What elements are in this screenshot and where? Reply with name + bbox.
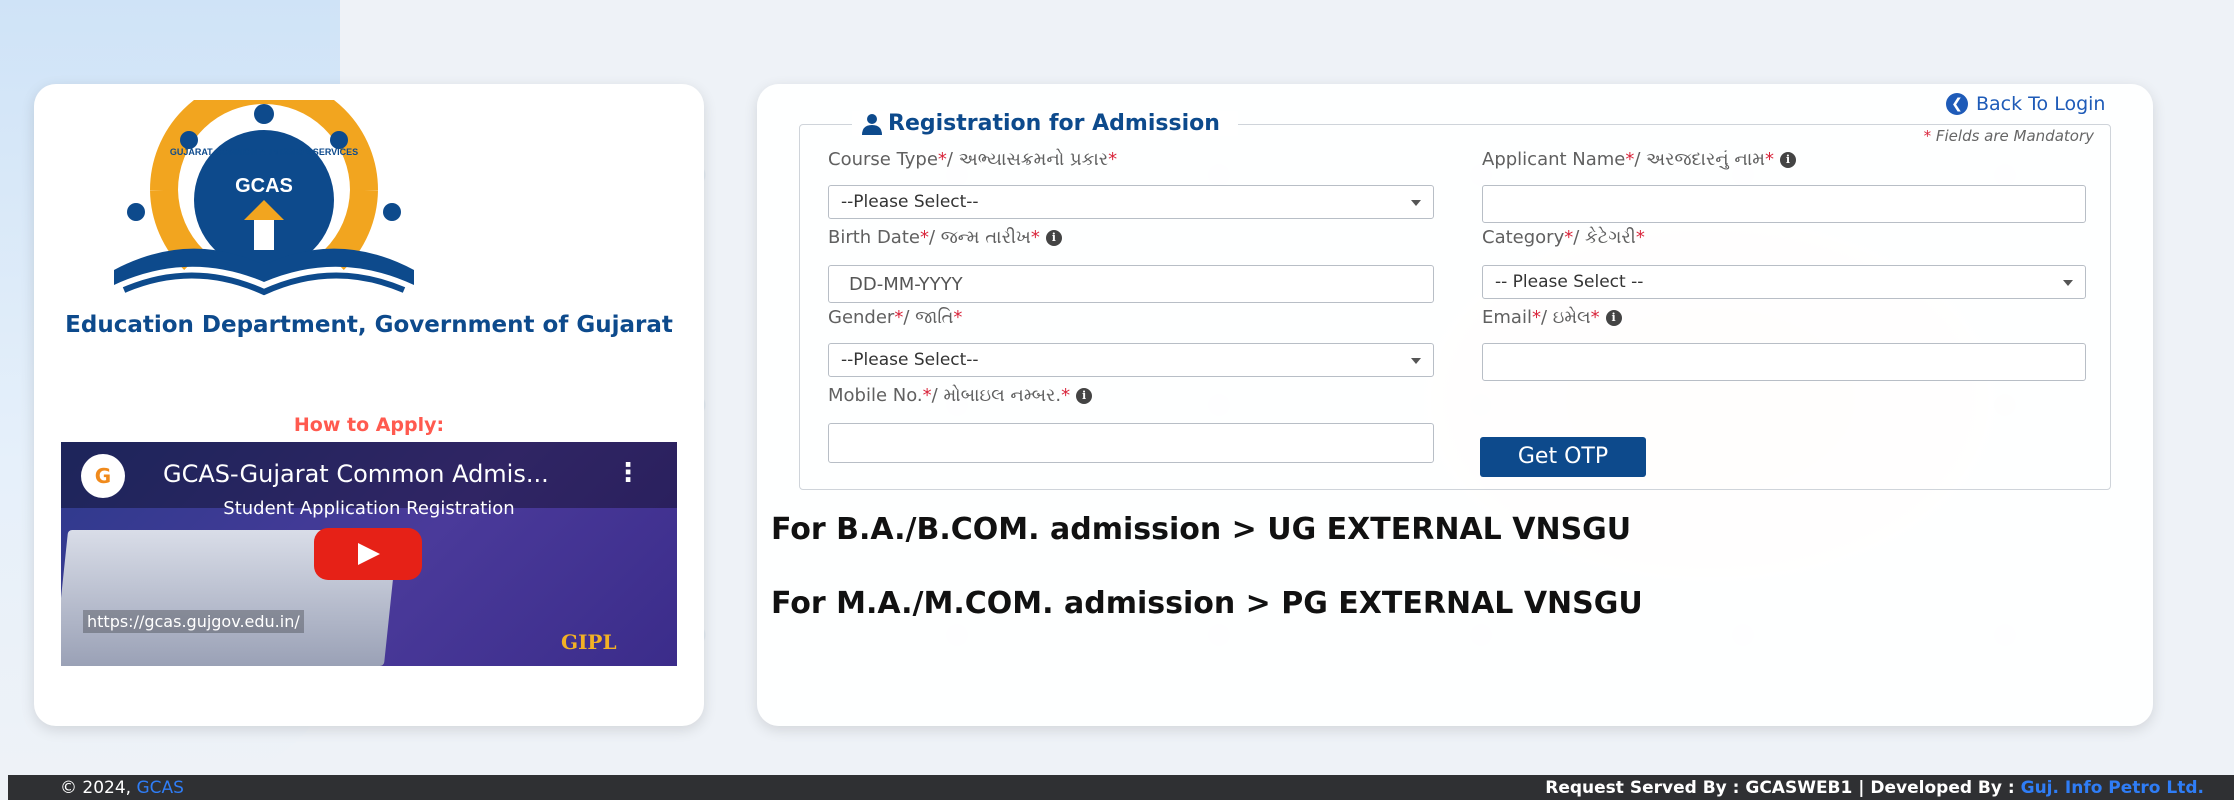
- chevron-down-icon: [1411, 358, 1421, 364]
- info-icon[interactable]: i: [1076, 387, 1093, 404]
- info-icon[interactable]: i: [1045, 229, 1062, 246]
- logo-arc-text: GUJARAT COMMON ADMISSION SERVICES: [170, 147, 358, 157]
- info-icon[interactable]: i: [1605, 309, 1622, 326]
- info-card: GCAS GUJARAT COMMON ADMISSION SERVICES E…: [34, 84, 704, 726]
- user-icon: [862, 113, 882, 135]
- gender-select[interactable]: --Please Select--: [828, 343, 1434, 377]
- applicant-name-input[interactable]: [1482, 185, 2086, 223]
- email-input[interactable]: [1482, 343, 2086, 381]
- arrow-left-circle-icon: ❮: [1946, 93, 1968, 115]
- ug-external-link[interactable]: For B.A./B.COM. admission > UG EXTERNAL …: [771, 512, 1631, 547]
- video-url-text: https://gcas.gujgov.edu.in/: [83, 610, 304, 633]
- form-legend: Registration for Admission: [852, 111, 1238, 136]
- registration-fieldset: Registration for Admission ❮ Back To Log…: [799, 93, 2111, 490]
- video-subtitle: Student Application Registration: [223, 498, 515, 519]
- category-select[interactable]: -- Please Select --: [1482, 265, 2086, 299]
- gcas-logo: GCAS GUJARAT COMMON ADMISSION SERVICES: [114, 100, 414, 296]
- mandatory-note: * Fields are Mandatory: [1924, 127, 2094, 145]
- logo-center-text: GCAS: [235, 175, 293, 197]
- form-title: Registration for Admission: [888, 111, 1220, 136]
- info-icon[interactable]: i: [1779, 151, 1796, 168]
- email-label: Email * / ઇમેલ * i: [1482, 307, 1622, 328]
- course-type-label: Course Type * / અભ્યાસક્રમનો પ્રકાર *: [828, 149, 1118, 170]
- mobile-label: Mobile No. * / મોબાઇલ નમ્બર. * i: [828, 385, 1093, 406]
- birth-date-input[interactable]: DD-MM-YYYY: [828, 265, 1434, 303]
- chevron-down-icon: [2063, 280, 2073, 286]
- required-star: *: [1923, 127, 1932, 145]
- gender-label: Gender * / જાતિ *: [828, 307, 963, 328]
- footer-credits: Request Served By : GCASWEB1 | Developed…: [1545, 778, 2204, 798]
- channel-logo-icon[interactable]: G: [81, 454, 125, 498]
- back-to-login-label[interactable]: Back To Login: [1976, 93, 2105, 115]
- pg-external-link[interactable]: For M.A./M.COM. admission > PG EXTERNAL …: [771, 586, 1643, 621]
- copyright: © 2024, GCAS: [60, 778, 184, 798]
- video-title[interactable]: GCAS-Gujarat Common Admis...: [163, 460, 549, 488]
- gcas-link[interactable]: GCAS: [136, 778, 183, 798]
- applicant-name-label: Applicant Name * / અરજદારનું નામ * i: [1482, 149, 1796, 170]
- gipl-logo: GIPL: [561, 630, 617, 654]
- back-to-login-link[interactable]: ❮ Back To Login: [1946, 93, 2105, 115]
- developer-link[interactable]: Guj. Info Petro Ltd.: [2021, 778, 2204, 798]
- mandatory-note-text: Fields are Mandatory: [1935, 127, 2094, 145]
- more-options-icon[interactable]: ⋮: [615, 458, 641, 488]
- footer: © 2024, GCAS Request Served By : GCASWEB…: [8, 775, 2234, 800]
- course-type-select[interactable]: --Please Select--: [828, 185, 1434, 219]
- youtube-video-embed[interactable]: G GCAS-Gujarat Common Admis... ⋮ Student…: [61, 442, 677, 666]
- department-title: Education Department, Government of Guja…: [65, 312, 673, 338]
- registration-card: Registration for Admission ❮ Back To Log…: [757, 84, 2153, 726]
- how-to-apply-label: How to Apply:: [293, 414, 445, 436]
- play-button[interactable]: [314, 528, 422, 580]
- mobile-input[interactable]: [828, 423, 1434, 463]
- get-otp-button[interactable]: Get OTP: [1480, 437, 1646, 477]
- chevron-down-icon: [1411, 200, 1421, 206]
- birth-date-label: Birth Date * / જન્મ તારીખ * i: [828, 227, 1062, 248]
- category-label: Category * / કેટેગરી *: [1482, 227, 1645, 248]
